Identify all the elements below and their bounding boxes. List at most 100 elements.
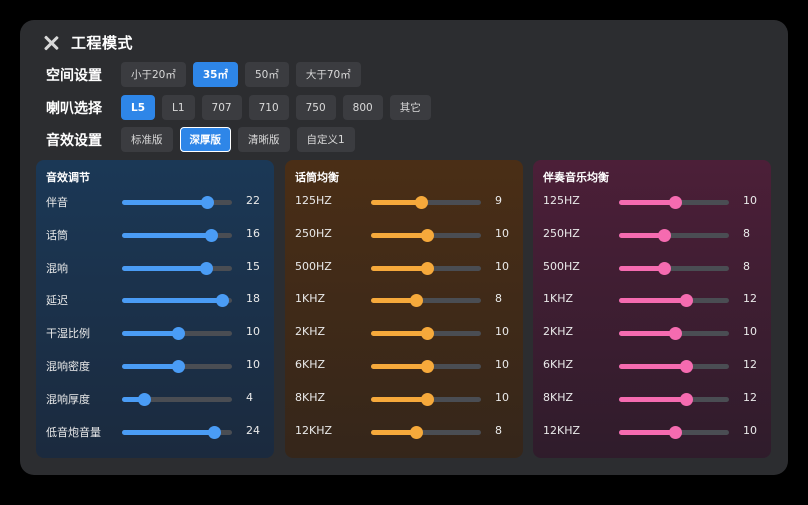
slider-knob[interactable] (208, 425, 222, 439)
slider-track[interactable] (619, 425, 729, 439)
slider-knob[interactable] (138, 392, 151, 406)
slider-track[interactable] (122, 425, 232, 439)
slider-knob[interactable] (410, 425, 424, 439)
slider-knob[interactable] (421, 360, 435, 373)
slider-value: 10 (495, 325, 509, 339)
slider-label: 6KHZ (295, 358, 326, 371)
slider-track[interactable] (619, 228, 729, 242)
slider-label: 低音炮音量 (46, 425, 101, 439)
slider-track[interactable] (619, 294, 729, 308)
slider-value: 10 (246, 358, 260, 371)
slider-fill (122, 364, 179, 369)
slider-track[interactable] (371, 327, 481, 341)
slider-knob[interactable] (669, 327, 683, 341)
slider-label: 6KHZ (543, 358, 574, 371)
slider-value: 9 (495, 194, 502, 207)
option-button[interactable]: 标准版 (121, 127, 173, 152)
slider-knob[interactable] (669, 425, 683, 439)
slider-knob[interactable] (200, 196, 214, 209)
slider-label: 2KHZ (543, 325, 574, 339)
engineering-mode-dialog: 工程模式 空间设置 小于20㎡ 35㎡ 50㎡ 大于70㎡ 喇叭选择 L5 L1 707 7… (20, 20, 788, 475)
slider-track[interactable] (619, 261, 729, 275)
slider-track[interactable] (619, 327, 729, 341)
slider-value: 24 (246, 423, 260, 437)
option-button[interactable]: L5 (121, 95, 155, 120)
slider-row: 6KHZ 12 (533, 356, 771, 376)
slider-track[interactable] (371, 360, 481, 373)
slider-track[interactable] (619, 360, 729, 373)
slider-fill (122, 265, 206, 271)
option-button[interactable]: 35㎡ (192, 62, 238, 87)
close-icon[interactable] (42, 34, 60, 52)
slider-knob[interactable] (680, 360, 694, 373)
row-label: 空间设置 (46, 67, 102, 84)
slider-track[interactable] (371, 392, 481, 406)
slider-row: 6KHZ 10 (285, 356, 523, 376)
option-button[interactable]: 其它 (389, 95, 431, 120)
slider-track[interactable] (619, 392, 729, 406)
slider-track[interactable] (122, 294, 232, 308)
option-button[interactable]: 深厚版 (179, 127, 231, 152)
slider-knob[interactable] (199, 261, 213, 275)
slider-knob[interactable] (172, 360, 186, 373)
speaker-select-row: 喇叭选择 L5 L1 707 710 750 800 其它 (46, 95, 431, 120)
slider-knob[interactable] (421, 228, 435, 242)
slider-knob[interactable] (172, 327, 186, 341)
slider-value: 4 (246, 390, 253, 404)
option-button[interactable]: 自定义1 (296, 127, 355, 152)
option-button[interactable]: 50㎡ (245, 62, 289, 87)
slider-knob[interactable] (680, 294, 694, 308)
slider-track[interactable] (122, 261, 232, 275)
slider-knob[interactable] (410, 294, 424, 308)
slider-row: 500HZ 8 (533, 258, 771, 278)
slider-knob[interactable] (658, 261, 672, 275)
slider-label: 混响密度 (46, 360, 90, 373)
slider-knob[interactable] (216, 294, 230, 308)
slider-track[interactable] (371, 261, 481, 275)
slider-value: 8 (743, 226, 750, 240)
slider-track[interactable] (371, 196, 481, 209)
slider-label: 500HZ (543, 259, 580, 273)
slider-knob[interactable] (680, 392, 694, 406)
option-button[interactable]: 710 (248, 95, 289, 120)
slider-label: 125HZ (295, 194, 332, 207)
slider-track[interactable] (122, 228, 232, 242)
slider-fill (122, 232, 212, 238)
slider-row: 125HZ 10 (533, 192, 771, 212)
slider-track[interactable] (122, 327, 232, 341)
space-setting-row: 空间设置 小于20㎡ 35㎡ 50㎡ 大于70㎡ (46, 62, 361, 87)
slider-value: 10 (743, 325, 757, 339)
slider-fill (619, 331, 676, 337)
slider-knob[interactable] (414, 196, 428, 209)
slider-track[interactable] (371, 425, 481, 439)
slider-track[interactable] (122, 196, 232, 209)
option-button[interactable]: 清晰版 (238, 127, 290, 152)
slider-knob[interactable] (421, 261, 435, 275)
slider-label: 250HZ (295, 226, 332, 240)
slider-track[interactable] (122, 392, 232, 406)
slider-value: 15 (246, 259, 260, 273)
slider-track[interactable] (619, 196, 729, 209)
option-button[interactable]: 小于20㎡ (121, 62, 186, 87)
option-button[interactable]: 800 (342, 95, 383, 120)
music-eq-panel: 伴奏音乐均衡 125HZ 10 250HZ 8 500HZ 8 1KHZ 12 2KHZ 10 6K… (533, 160, 771, 458)
slider-track[interactable] (122, 360, 232, 373)
slider-knob[interactable] (658, 228, 672, 242)
slider-fill (619, 364, 687, 369)
slider-knob[interactable] (205, 228, 219, 242)
slider-track[interactable] (371, 228, 481, 242)
slider-value: 10 (495, 226, 509, 240)
option-button[interactable]: 750 (295, 95, 336, 120)
slider-value: 10 (495, 358, 509, 371)
slider-knob[interactable] (669, 196, 683, 209)
option-button[interactable]: 大于70㎡ (295, 62, 361, 87)
option-button[interactable]: 707 (201, 95, 242, 120)
slider-knob[interactable] (421, 327, 435, 341)
slider-label: 干湿比例 (46, 327, 90, 341)
slider-label: 1KHZ (295, 292, 326, 306)
slider-label: 混响厚度 (46, 392, 90, 406)
slider-track[interactable] (371, 294, 481, 308)
slider-row: 话筒 16 (36, 225, 274, 245)
slider-knob[interactable] (421, 392, 435, 406)
option-button[interactable]: L1 (162, 95, 195, 120)
